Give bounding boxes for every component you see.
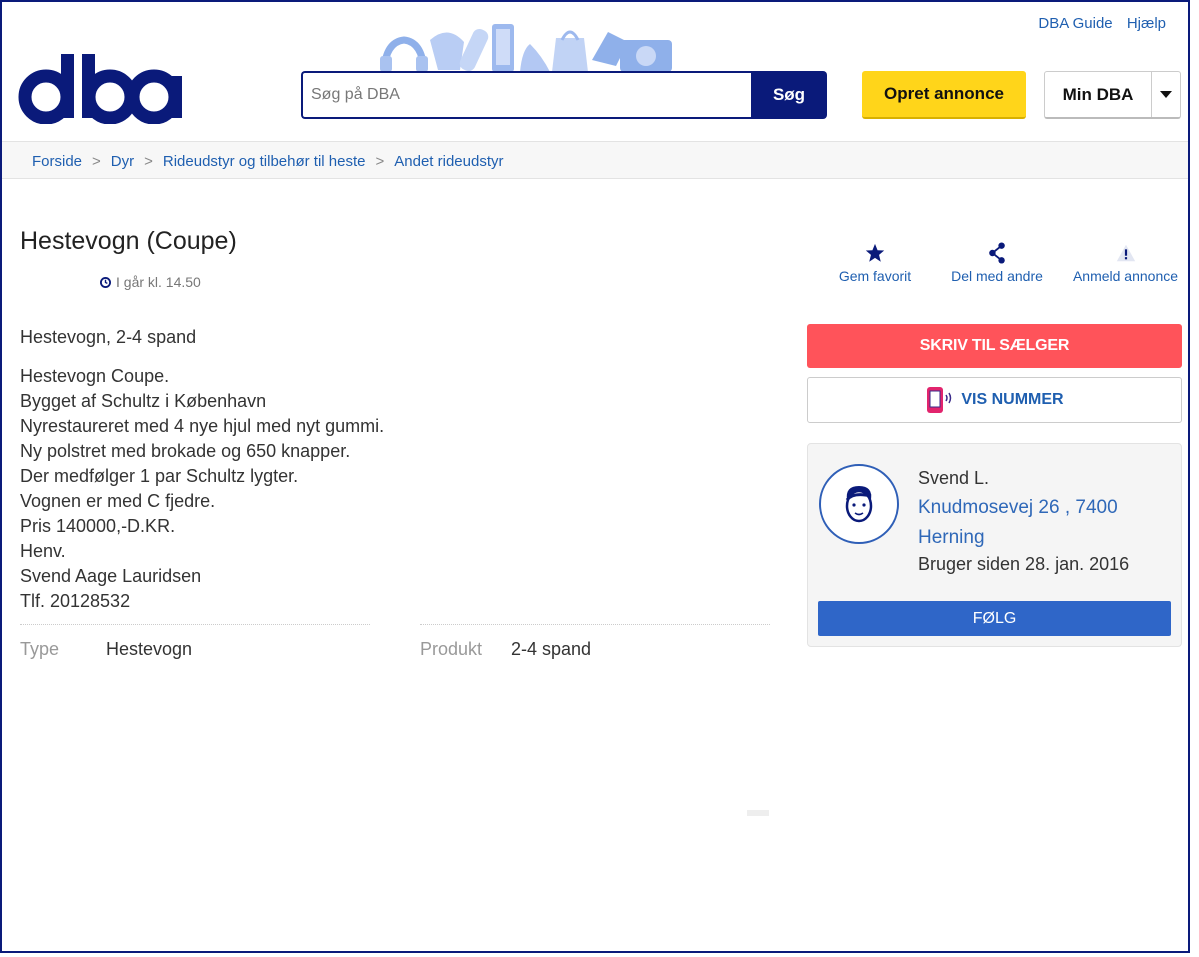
breadcrumb: Forside > Dyr > Rideudstyr og tilbehør t… bbox=[32, 153, 504, 170]
property-key: Produkt bbox=[420, 639, 483, 659]
seller-address-line[interactable]: Knudmosevej 26 , 7400 bbox=[918, 493, 1158, 523]
seller-name: Svend L. bbox=[918, 468, 990, 488]
share-icon bbox=[989, 242, 1005, 264]
search-button[interactable]: Søg bbox=[751, 71, 827, 119]
property-value: 2-4 spand bbox=[511, 639, 592, 659]
description-line: Nyrestaureret med 4 nye hjul med nyt gum… bbox=[20, 416, 385, 436]
breadcrumb-item-rideudstyr[interactable]: Rideudstyr og tilbehør til heste bbox=[163, 153, 366, 170]
divider bbox=[747, 810, 769, 816]
breadcrumb-item-dyr[interactable]: Dyr bbox=[111, 153, 134, 170]
write-to-seller-button[interactable]: SKRIV TIL SÆLGER bbox=[807, 324, 1182, 368]
property-value: Hestevogn bbox=[106, 639, 193, 659]
seller-since: Bruger siden 28. jan. 2016 bbox=[918, 554, 1130, 574]
description-line: Hestevogn Coupe. bbox=[20, 366, 170, 386]
breadcrumb-item-andet[interactable]: Andet rideudstyr bbox=[394, 153, 503, 170]
breadcrumb-separator: > bbox=[92, 153, 101, 170]
min-dba-menu[interactable]: Min DBA bbox=[1044, 71, 1181, 119]
dba-logo[interactable] bbox=[18, 54, 184, 124]
description-line: Pris 140000,-D.KR. bbox=[20, 516, 176, 536]
description-line: Bygget af Schultz i København bbox=[20, 391, 267, 411]
description-line: Tlf. 20128532 bbox=[20, 591, 131, 611]
save-favorite-label[interactable]: Gem favorit bbox=[839, 268, 911, 284]
description-line: Ny polstret med brokade og 650 knapper. bbox=[20, 441, 351, 461]
clock-icon bbox=[100, 276, 111, 288]
help-link[interactable]: Hjælp bbox=[1127, 15, 1166, 32]
ad-time-text: I går kl. 14.50 bbox=[116, 274, 201, 290]
property-key: Type bbox=[20, 639, 60, 659]
dba-guide-link[interactable]: DBA Guide bbox=[1038, 15, 1112, 32]
star-icon bbox=[865, 243, 885, 262]
ad-description: Hestevogn Coupe. Bygget af Schultz i Køb… bbox=[20, 364, 384, 614]
breadcrumb-bar: Forside > Dyr > Rideudstyr og tilbehør t… bbox=[2, 141, 1188, 179]
top-links: DBA Guide Hjælp bbox=[1028, 15, 1166, 32]
caret-down-icon[interactable] bbox=[1151, 72, 1180, 117]
phone-icon bbox=[927, 387, 952, 413]
property-produkt: Produkt 2-4 spand bbox=[420, 624, 770, 664]
breadcrumb-item-forside[interactable]: Forside bbox=[32, 153, 82, 170]
description-line: Vognen er med C fjedre. bbox=[20, 491, 216, 511]
create-ad-button[interactable]: Opret annonce bbox=[862, 71, 1026, 119]
min-dba-label[interactable]: Min DBA bbox=[1045, 72, 1151, 117]
follow-button[interactable]: FØLG bbox=[818, 601, 1171, 636]
save-favorite-action[interactable]: Gem favorit bbox=[835, 242, 915, 284]
seller-address-line[interactable]: Herning bbox=[918, 523, 1158, 553]
show-number-label[interactable]: VIS NUMMER bbox=[961, 391, 1063, 409]
warning-icon bbox=[1116, 244, 1135, 262]
show-number-button[interactable]: VIS NUMMER bbox=[807, 377, 1182, 423]
report-label[interactable]: Anmeld annonce bbox=[1073, 268, 1178, 284]
ad-timestamp: I går kl. 14.50 bbox=[100, 274, 201, 290]
browser-frame: DBA Guide Hjælp Søg på DBA Søg Opret ann… bbox=[0, 0, 1190, 953]
header-illustration bbox=[380, 24, 672, 72]
ad-properties: Type Hestevogn Produkt 2-4 spand bbox=[20, 624, 770, 664]
description-line: Svend Aage Lauridsen bbox=[20, 566, 202, 586]
user-avatar-icon bbox=[819, 464, 899, 544]
breadcrumb-separator: > bbox=[144, 153, 153, 170]
share-action[interactable]: Del med andre bbox=[946, 242, 1048, 284]
description-line: Henv. bbox=[20, 541, 66, 561]
search-input[interactable] bbox=[301, 71, 751, 119]
ad-subtitle: Hestevogn, 2-4 spand bbox=[20, 327, 197, 347]
description-line: Der medfølger 1 par Schultz lygter. bbox=[20, 466, 299, 486]
site-header: DBA Guide Hjælp Søg på DBA Søg Opret ann… bbox=[2, 2, 1188, 141]
property-type: Type Hestevogn bbox=[20, 624, 370, 664]
breadcrumb-separator: > bbox=[375, 153, 385, 170]
search-bar: Søg bbox=[301, 71, 827, 119]
report-action[interactable]: Anmeld annonce bbox=[1068, 242, 1183, 284]
share-label[interactable]: Del med andre bbox=[951, 268, 1043, 284]
seller-address[interactable]: Knudmosevej 26 , 7400 Herning bbox=[918, 493, 1158, 553]
seller-card: Svend L. Knudmosevej 26 , 7400 Herning B… bbox=[807, 443, 1182, 647]
ad-title: Hestevogn (Coupe) bbox=[20, 227, 237, 255]
